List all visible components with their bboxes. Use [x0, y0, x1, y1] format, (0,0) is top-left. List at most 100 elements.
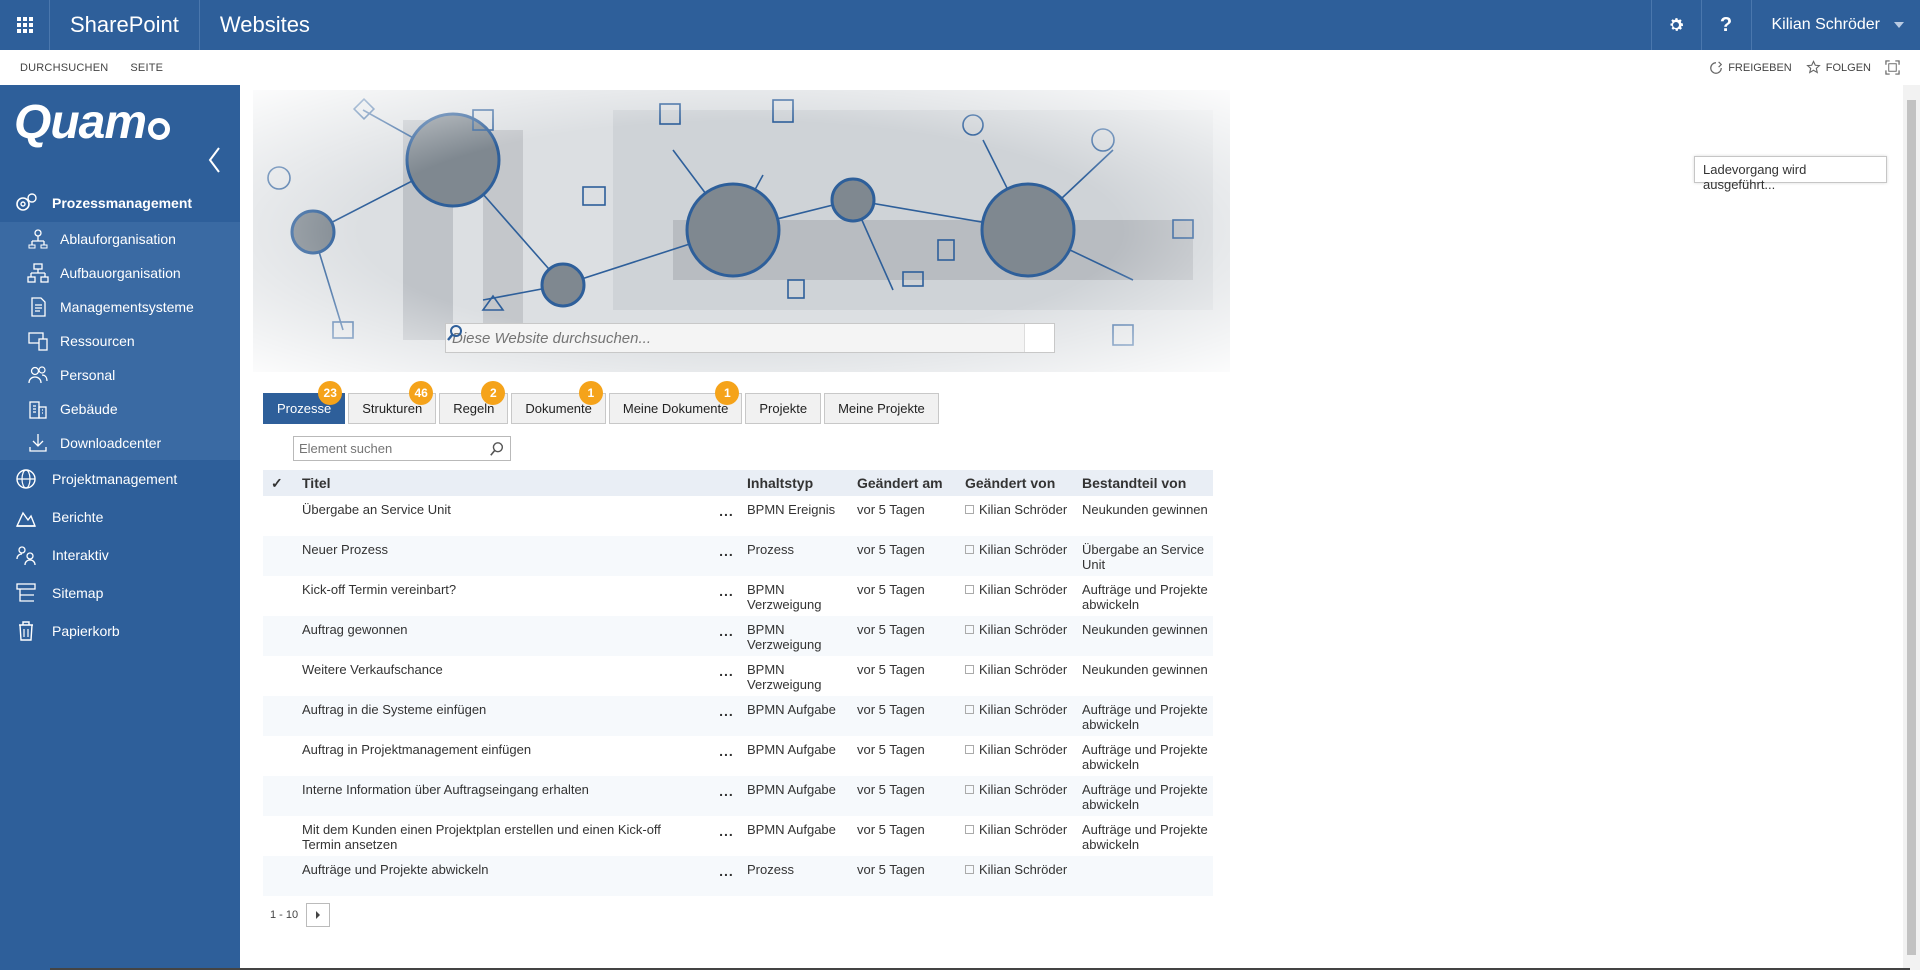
column-header-titel[interactable]: Titel — [302, 470, 706, 496]
follow-button[interactable]: FOLGEN — [1806, 60, 1871, 75]
nav-item-prozessmanagement[interactable]: Prozessmanagement — [0, 184, 240, 222]
row-select-cell[interactable] — [263, 862, 302, 896]
column-header-inhaltstyp[interactable]: Inhaltstyp — [747, 470, 857, 496]
ribbon-tab-browse[interactable]: DURCHSUCHEN — [20, 62, 108, 74]
user-link[interactable]: Kilian Schröder — [979, 662, 1067, 677]
nav-item-papierkorb[interactable]: Papierkorb — [0, 612, 240, 650]
row-parent-process[interactable]: Aufträge und Projekte abwickeln — [1082, 742, 1213, 776]
nav-item-ressourcen[interactable]: Ressourcen — [0, 324, 240, 358]
column-header-geaendert-von[interactable]: Geändert von — [965, 470, 1082, 496]
table-row[interactable]: Interne Information über Auftragseingang… — [263, 776, 1213, 816]
row-menu-button[interactable]: ... — [706, 822, 747, 856]
focus-mode-button[interactable] — [1885, 60, 1900, 75]
table-row[interactable]: Auftrag in die Systeme einfügen... BPMN A… — [263, 696, 1213, 736]
nav-item-personal[interactable]: Personal — [0, 358, 240, 392]
row-parent-process[interactable] — [1082, 862, 1213, 896]
company-logo[interactable]: Quam — [14, 95, 171, 150]
row-menu-button[interactable]: ... — [706, 622, 747, 656]
element-search-input[interactable] — [294, 440, 489, 457]
row-title-link[interactable]: Mit dem Kunden einen Projektplan erstell… — [302, 822, 706, 856]
select-all-checkbox[interactable]: ✓ — [263, 475, 302, 492]
row-title-link[interactable]: Weitere Verkaufschance — [302, 662, 706, 696]
user-link[interactable]: Kilian Schröder — [979, 582, 1067, 597]
ribbon-tab-page[interactable]: SEITE — [130, 62, 163, 74]
row-select-cell[interactable] — [263, 702, 302, 736]
nav-item-managementsysteme[interactable]: Managementsysteme — [0, 290, 240, 324]
table-row[interactable]: Weitere Verkaufschance... BPMN Verzweigun… — [263, 656, 1213, 696]
row-menu-button[interactable]: ... — [706, 742, 747, 776]
user-link[interactable]: Kilian Schröder — [979, 502, 1067, 517]
scrollbar-thumb[interactable] — [1907, 100, 1916, 955]
row-menu-button[interactable]: ... — [706, 782, 747, 816]
row-parent-process[interactable]: Neukunden gewinnen — [1082, 662, 1213, 696]
user-link[interactable]: Kilian Schröder — [979, 862, 1067, 877]
row-select-cell[interactable] — [263, 582, 302, 616]
user-link[interactable]: Kilian Schröder — [979, 622, 1067, 637]
row-title-link[interactable]: Auftrag in Projektmanagement einfügen — [302, 742, 706, 776]
tab-meine-dokumente[interactable]: Meine Dokumente 1 — [608, 381, 743, 424]
collapse-nav-button[interactable] — [205, 145, 225, 175]
tab-regeln[interactable]: Regeln 2 — [439, 381, 509, 424]
search-icon[interactable] — [489, 441, 505, 457]
row-select-cell[interactable] — [263, 502, 302, 536]
table-row[interactable]: Aufträge und Projekte abwickeln... Prozes… — [263, 856, 1213, 896]
row-parent-process[interactable]: Neukunden gewinnen — [1082, 502, 1213, 536]
row-title-link[interactable]: Aufträge und Projekte abwickeln — [302, 862, 706, 896]
table-row[interactable]: Mit dem Kunden einen Projektplan erstell… — [263, 816, 1213, 856]
row-parent-process[interactable]: Neukunden gewinnen — [1082, 622, 1213, 656]
nav-item-sitemap[interactable]: Sitemap — [0, 574, 240, 612]
app-launcher-button[interactable] — [0, 0, 50, 50]
table-row[interactable]: Auftrag in Projektmanagement einfügen...… — [263, 736, 1213, 776]
row-select-cell[interactable] — [263, 662, 302, 696]
site-search-input[interactable] — [446, 328, 1024, 348]
tab-meine-projekte[interactable]: Meine Projekte — [824, 393, 939, 424]
tab-projekte[interactable]: Projekte — [745, 393, 822, 424]
nav-item-gebaeude[interactable]: Gebäude — [0, 392, 240, 426]
row-title-link[interactable]: Kick-off Termin vereinbart? — [302, 582, 706, 616]
row-parent-process[interactable]: Aufträge und Projekte abwickeln — [1082, 822, 1213, 856]
row-menu-button[interactable]: ... — [706, 502, 747, 536]
nav-item-berichte[interactable]: Berichte — [0, 498, 240, 536]
row-parent-process[interactable]: Aufträge und Projekte abwickeln — [1082, 702, 1213, 736]
row-parent-process[interactable]: Aufträge und Projekte abwickeln — [1082, 582, 1213, 616]
nav-item-projektmanagement[interactable]: Projektmanagement — [0, 460, 240, 498]
settings-button[interactable] — [1650, 0, 1701, 50]
row-parent-process[interactable]: Übergabe an Service Unit — [1082, 542, 1213, 576]
row-menu-button[interactable]: ... — [706, 702, 747, 736]
tab-prozesse[interactable]: Prozesse 23 — [263, 381, 346, 424]
row-select-cell[interactable] — [263, 782, 302, 816]
user-link[interactable]: Kilian Schröder — [979, 822, 1067, 837]
site-title[interactable]: Websites — [200, 12, 310, 38]
table-row[interactable]: Auftrag gewonnen... BPMN Verzweigung vor 5… — [263, 616, 1213, 656]
table-row[interactable]: Kick-off Termin vereinbart?... BPMN Verzw… — [263, 576, 1213, 616]
share-button[interactable]: FREIGEBEN — [1709, 60, 1792, 75]
user-link[interactable]: Kilian Schröder — [979, 542, 1067, 557]
user-link[interactable]: Kilian Schröder — [979, 782, 1067, 797]
site-search-button[interactable] — [447, 324, 1054, 352]
help-button[interactable]: ? — [1700, 0, 1751, 50]
tab-strukturen[interactable]: Strukturen 46 — [348, 381, 437, 424]
row-select-cell[interactable] — [263, 622, 302, 656]
user-link[interactable]: Kilian Schröder — [979, 702, 1067, 717]
table-row[interactable]: Neuer Prozess... Prozess vor 5 Tagen Kilian… — [263, 536, 1213, 576]
row-menu-button[interactable]: ... — [706, 862, 747, 896]
row-menu-button[interactable]: ... — [706, 662, 747, 696]
tab-dokumente[interactable]: Dokumente 1 — [511, 381, 606, 424]
user-menu[interactable]: Kilian Schröder — [1750, 0, 1920, 50]
column-header-geaendert-am[interactable]: Geändert am — [857, 470, 965, 496]
row-menu-button[interactable]: ... — [706, 582, 747, 616]
nav-item-ablauforganisation[interactable]: Ablauforganisation — [0, 222, 240, 256]
nav-item-aufbauorganisation[interactable]: Aufbauorganisation — [0, 256, 240, 290]
nav-item-interaktiv[interactable]: Interaktiv — [0, 536, 240, 574]
row-title-link[interactable]: Neuer Prozess — [302, 542, 706, 576]
row-title-link[interactable]: Auftrag in die Systeme einfügen — [302, 702, 706, 736]
row-select-cell[interactable] — [263, 542, 302, 576]
nav-item-downloadcenter[interactable]: Downloadcenter — [0, 426, 240, 460]
row-select-cell[interactable] — [263, 822, 302, 856]
column-header-bestandteil-von[interactable]: Bestandteil von — [1082, 470, 1213, 496]
page-scrollbar[interactable] — [1903, 85, 1920, 970]
row-menu-button[interactable]: ... — [706, 542, 747, 576]
row-select-cell[interactable] — [263, 742, 302, 776]
row-title-link[interactable]: Interne Information über Auftragseingang… — [302, 782, 706, 816]
user-link[interactable]: Kilian Schröder — [979, 742, 1067, 757]
